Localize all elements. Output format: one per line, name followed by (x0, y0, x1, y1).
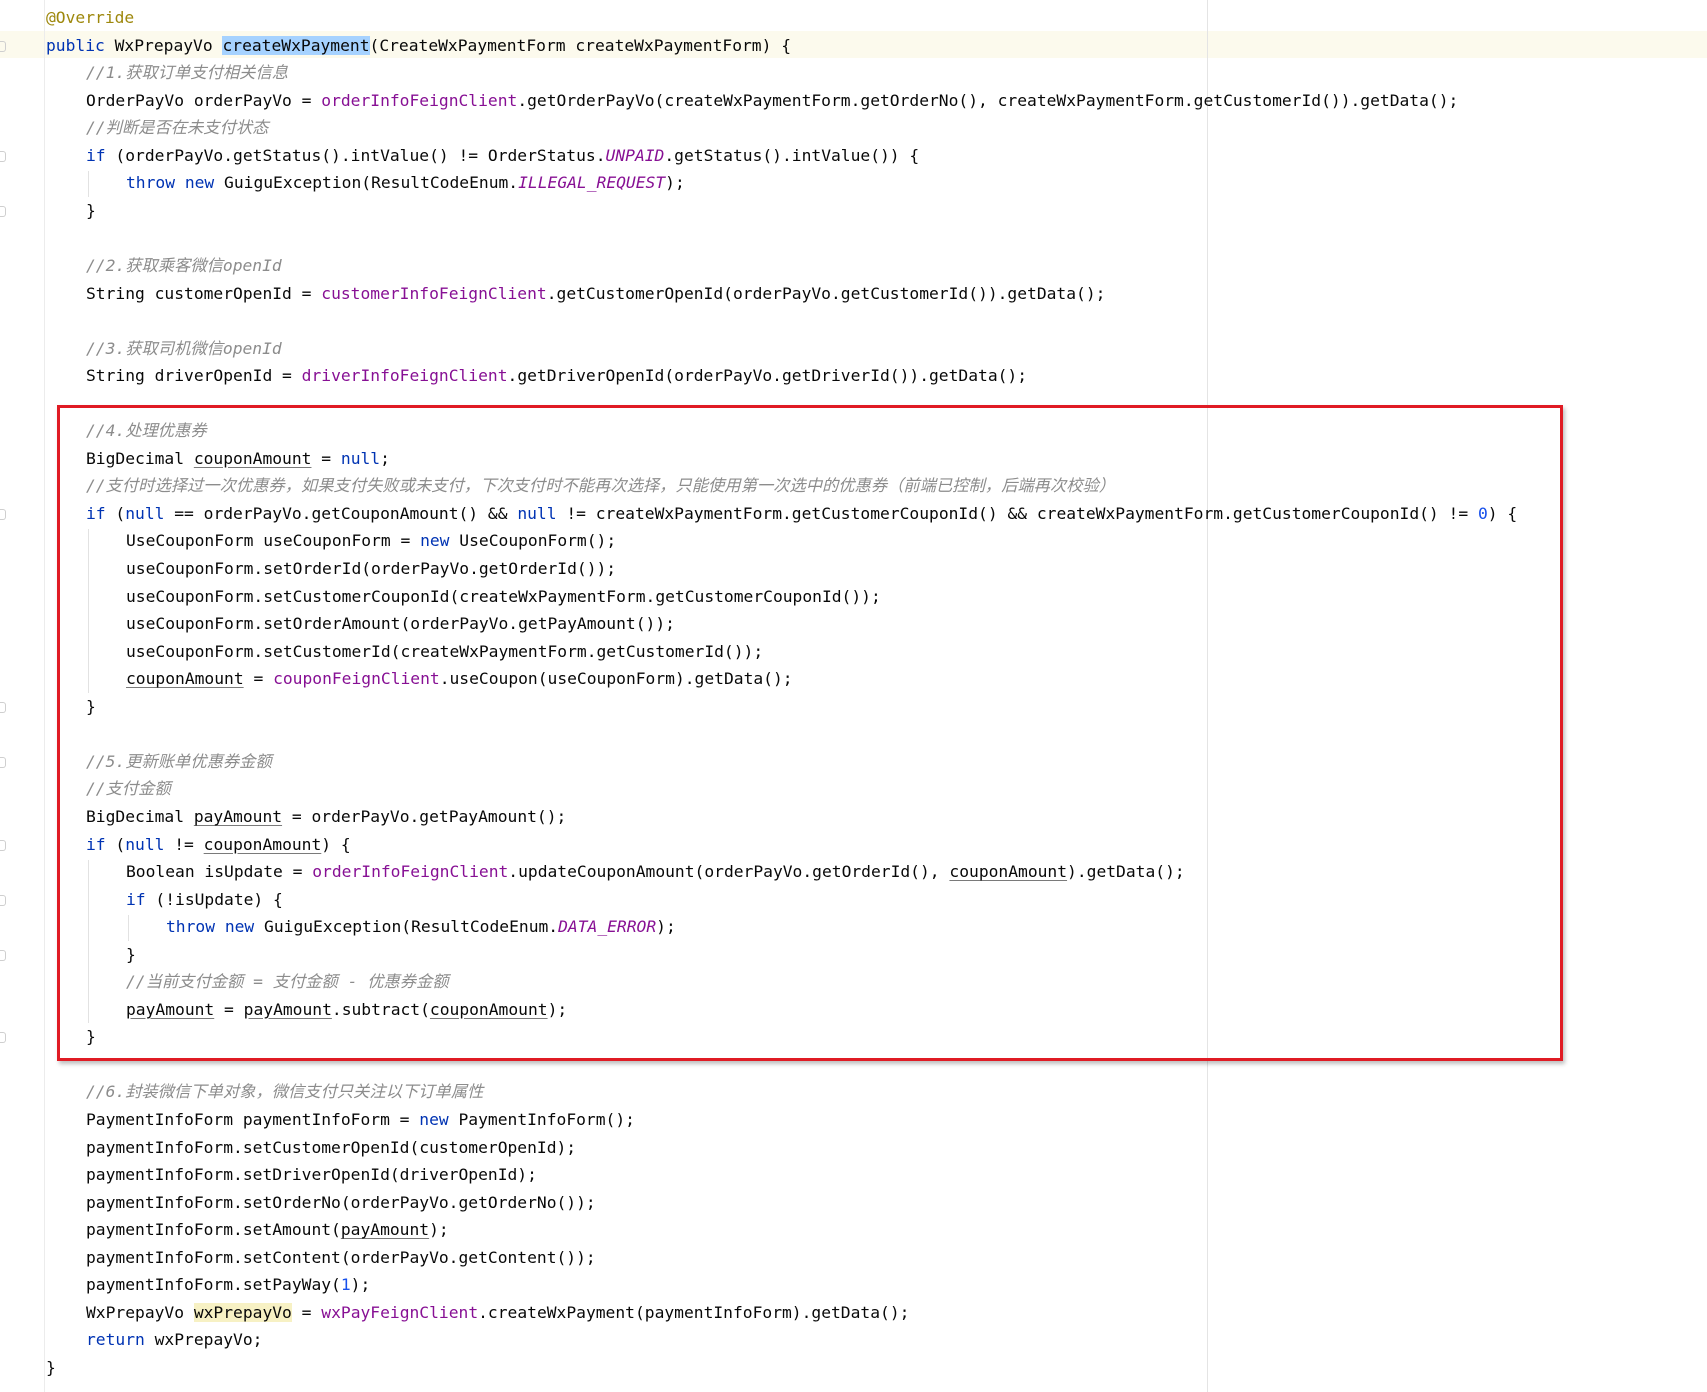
code-line[interactable]: paymentInfoForm.setContent(orderPayVo.ge… (86, 1244, 596, 1271)
code-token: String driverOpenId = (86, 366, 302, 386)
code-line[interactable]: //6.封装微信下单对象，微信支付只关注以下订单属性 (86, 1078, 483, 1105)
code-token: 1 (340, 1275, 351, 1295)
code-token: return (86, 1330, 145, 1350)
code-token: PaymentInfoForm(); (448, 1110, 635, 1129)
code-token: GuiguException(ResultCodeEnum. (214, 173, 519, 193)
code-line[interactable]: WxPrepayVo wxPrepayVo = wxPayFeignClient… (86, 1299, 909, 1326)
code-token: wxPrepayVo (193, 1302, 292, 1322)
code-comment: //2.获取乘客微信openId (86, 255, 282, 275)
code-token: WxPrepayVo (104, 35, 223, 55)
code-token: ); (350, 1275, 371, 1295)
code-token: (CreateWxPaymentForm createWxPaymentForm… (369, 35, 792, 55)
fold-marker-icon[interactable] (0, 839, 6, 851)
code-comment: //判断是否在未支付状态 (86, 118, 269, 138)
code-line[interactable]: paymentInfoForm.setAmount(payAmount); (86, 1216, 449, 1243)
code-token: .getOrderPayVo(createWxPaymentForm.getOr… (517, 90, 1459, 110)
indent-guide (88, 171, 89, 197)
fold-marker-icon[interactable] (0, 949, 6, 961)
code-token: .getCustomerOpenId(orderPayVo.getCustome… (546, 283, 1106, 303)
code-token: PaymentInfoForm paymentInfoForm = (86, 1110, 420, 1129)
fold-marker-icon[interactable] (0, 1032, 6, 1044)
code-token: if (86, 145, 106, 165)
code-token: paymentInfoForm.setDriverOpenId(driverOp… (86, 1165, 537, 1185)
code-token: paymentInfoForm.setAmount( (86, 1220, 341, 1240)
code-line[interactable]: } (46, 1354, 56, 1381)
code-token: paymentInfoForm.setOrderNo(orderPayVo.ge… (86, 1192, 596, 1212)
code-token: String customerOpenId = (86, 283, 322, 303)
fold-marker-icon[interactable] (0, 894, 6, 906)
code-line[interactable]: //3.获取司机微信openId (86, 335, 282, 362)
code-token: driverInfoFeignClient (301, 366, 508, 386)
code-comment: //3.获取司机微信openId (86, 338, 282, 358)
code-token: (orderPayVo.getStatus().intValue() != Or… (105, 145, 606, 165)
code-token: UNPAID (605, 145, 665, 165)
fold-marker-icon[interactable] (0, 701, 6, 713)
code-token: payAmount (340, 1220, 430, 1240)
code-token: throw new (126, 173, 215, 193)
code-token: ); (665, 173, 685, 193)
annotation-box (57, 405, 1563, 1061)
method-indent-guide (44, 0, 45, 1392)
code-token: wxPrepayVo; (144, 1330, 263, 1350)
code-line[interactable]: String driverOpenId = driverInfoFeignCli… (86, 362, 1027, 389)
code-editor[interactable]: @Override public WxPrepayVo createWxPayme… (0, 0, 1707, 1392)
code-line[interactable]: paymentInfoForm.setOrderNo(orderPayVo.ge… (86, 1189, 596, 1216)
code-token: @Override (46, 8, 135, 27)
code-token: paymentInfoForm.setCustomerOpenId(custom… (86, 1137, 577, 1157)
code-token: wxPayFeignClient (321, 1302, 479, 1322)
code-line[interactable]: //判断是否在未支付状态 (86, 114, 268, 141)
code-line[interactable]: paymentInfoForm.setCustomerOpenId(custom… (86, 1134, 576, 1161)
code-token: .getStatus().intValue()) { (664, 145, 920, 165)
code-token: WxPrepayVo (86, 1302, 194, 1322)
code-line[interactable]: @Override (46, 4, 134, 31)
code-token: new (419, 1110, 449, 1129)
code-line[interactable]: } (86, 197, 96, 224)
fold-marker-icon[interactable] (0, 756, 6, 768)
code-line[interactable]: //2.获取乘客微信openId (86, 252, 282, 279)
gutter[interactable] (0, 0, 10, 1392)
code-comment: //6.封装微信下单对象，微信支付只关注以下订单属性 (86, 1082, 484, 1102)
code-line[interactable]: throw new GuiguException(ResultCodeEnum.… (126, 169, 685, 196)
code-token: paymentInfoForm.setContent(orderPayVo.ge… (86, 1247, 596, 1267)
code-line[interactable]: OrderPayVo orderPayVo = orderInfoFeignCl… (86, 87, 1458, 114)
code-token: .getDriverOpenId(orderPayVo.getDriverId(… (507, 366, 1028, 386)
fold-marker-icon[interactable] (0, 150, 6, 162)
fold-marker-icon[interactable] (0, 40, 6, 52)
code-token: = (291, 1302, 322, 1322)
code-token: } (86, 200, 96, 220)
code-line[interactable]: String customerOpenId = customerInfoFeig… (86, 280, 1105, 307)
code-token: public (46, 35, 105, 55)
code-token: OrderPayVo orderPayVo = (86, 90, 322, 110)
code-line[interactable]: if (orderPayVo.getStatus().intValue() !=… (86, 142, 919, 169)
code-token: createWxPayment (222, 35, 370, 55)
code-token: } (46, 1357, 56, 1377)
fold-marker-icon[interactable] (0, 205, 6, 217)
code-token: .createWxPayment(paymentInfoForm).getDat… (478, 1302, 910, 1322)
code-line[interactable]: public WxPrepayVo createWxPayment(Create… (46, 32, 791, 59)
code-token: customerInfoFeignClient (321, 283, 547, 303)
code-token: paymentInfoForm.setPayWay( (86, 1275, 341, 1295)
code-token: ILLEGAL_REQUEST (518, 173, 666, 193)
code-line[interactable]: //1.获取订单支付相关信息 (86, 59, 288, 86)
code-comment: //1.获取订单支付相关信息 (86, 63, 289, 83)
code-line[interactable]: PaymentInfoForm paymentInfoForm = new Pa… (86, 1106, 635, 1133)
code-token: ); (429, 1220, 449, 1240)
code-token: orderInfoFeignClient (321, 90, 518, 110)
fold-marker-icon[interactable] (0, 508, 6, 520)
code-line[interactable]: return wxPrepayVo; (86, 1326, 262, 1353)
code-line[interactable]: paymentInfoForm.setPayWay(1); (86, 1271, 370, 1298)
code-line[interactable]: paymentInfoForm.setDriverOpenId(driverOp… (86, 1161, 537, 1188)
